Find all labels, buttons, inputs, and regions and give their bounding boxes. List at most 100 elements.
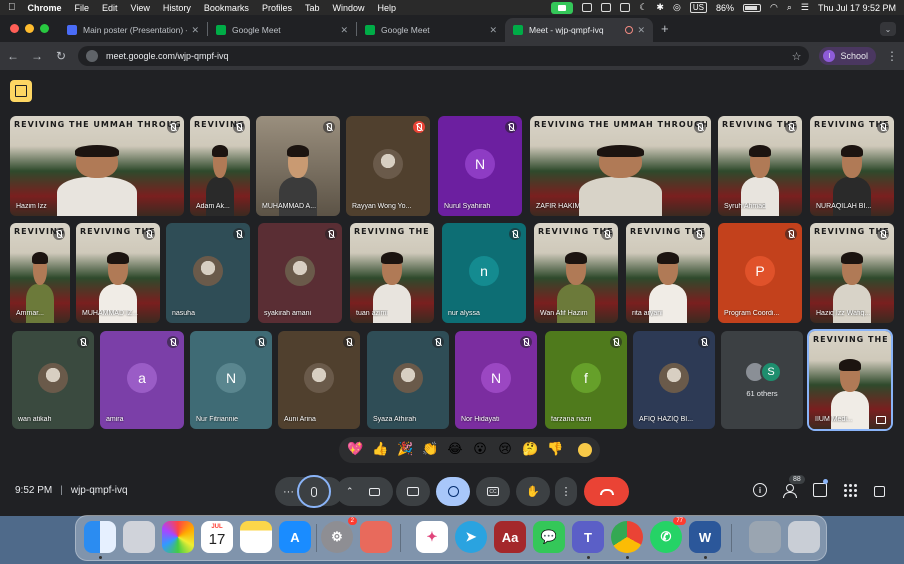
participant-tile[interactable]: Syaza Athirah <box>367 331 449 429</box>
self-view-expand-icon[interactable] <box>876 416 886 424</box>
participant-tile[interactable]: f farzana nazri <box>545 331 627 429</box>
reaction-party[interactable]: 🎉 <box>397 442 413 458</box>
messages-icon[interactable]: 💬 <box>533 521 565 553</box>
participant-tile[interactable]: REVIVING THE UMMAH THROUGH INTELLECTUAL … <box>530 116 711 216</box>
microphone-button[interactable] <box>297 475 331 508</box>
menu-history[interactable]: History <box>163 3 191 13</box>
menu-profiles[interactable]: Profiles <box>262 3 292 13</box>
tab-meet-1[interactable]: Google Meet ✕ <box>208 18 356 42</box>
teams-icon[interactable]: T <box>572 521 604 559</box>
participant-tile[interactable]: REVIVING THE UMMAH THROUGH INTELLECTUAL … <box>10 223 70 323</box>
dropbox-icon[interactable] <box>582 3 593 12</box>
participant-tile[interactable]: REVIVING THE UMMAH THROUGH INTELLECTUAL … <box>190 116 250 216</box>
audio-options-icon[interactable]: ··· <box>283 486 294 498</box>
word-icon[interactable]: W <box>689 521 721 559</box>
trash-icon[interactable] <box>788 521 820 553</box>
menu-app-name[interactable]: Chrome <box>28 3 62 13</box>
close-tab-icon[interactable]: ✕ <box>191 25 199 36</box>
reaction-thinking[interactable]: 🤔 <box>522 442 538 458</box>
menu-edit[interactable]: Edit <box>102 3 118 13</box>
focus-moon-icon[interactable]: ☾ <box>639 2 647 13</box>
participant-tile[interactable]: REVIVING THE UMMAH THROUGH INTELLECTUAL … <box>534 223 618 323</box>
photos-icon[interactable] <box>162 521 194 553</box>
reaction-laugh[interactable]: 😂 <box>447 442 463 458</box>
participant-tile[interactable]: S 61 others <box>721 331 803 429</box>
participant-tile[interactable]: n nur alyssa <box>442 223 526 323</box>
wifi-icon[interactable]: ◠ <box>770 2 778 13</box>
participant-tile[interactable]: REVIVING THE UMMAH THROUGH INTELLECTUAL … <box>807 329 893 431</box>
reaction-heart[interactable]: 💖 <box>347 442 363 458</box>
participant-tile[interactable]: N Nur Fitriannie <box>190 331 272 429</box>
more-options-button[interactable]: ⋮ <box>555 477 577 506</box>
search-icon[interactable]: ⌕ <box>787 2 792 13</box>
menu-window[interactable]: Window <box>332 3 364 13</box>
telegram-icon[interactable]: ➤ <box>455 521 487 553</box>
calendar-icon[interactable]: JUL 17 <box>201 521 233 553</box>
input-source[interactable]: US <box>689 2 707 13</box>
participant-tile[interactable]: P Program Coordi... <box>718 223 802 323</box>
participant-tile[interactable]: syakirah amani <box>258 223 342 323</box>
chrome-icon[interactable] <box>611 521 643 559</box>
dictionary-icon[interactable]: Aa <box>494 521 526 553</box>
close-window-icon[interactable] <box>10 24 19 33</box>
control-center-icon[interactable]: ☰ <box>801 2 809 13</box>
present-button[interactable] <box>396 477 430 506</box>
participant-tile[interactable]: Auni Arina <box>278 331 360 429</box>
bluetooth-icon[interactable]: ✱ <box>656 2 664 13</box>
reaction-sad[interactable]: 😢 <box>497 442 513 458</box>
skin-tone-picker[interactable] <box>578 443 592 457</box>
camera-options-chevron-up-icon[interactable]: ⌃ <box>346 486 354 497</box>
forward-arrow-icon[interactable]: → <box>30 49 44 63</box>
app-store-icon[interactable]: A <box>279 521 311 553</box>
meeting-info-icon[interactable]: i <box>753 483 767 497</box>
close-tab-icon[interactable]: ✕ <box>340 25 348 36</box>
profile-button[interactable]: I School <box>819 47 876 65</box>
zoom-window-icon[interactable] <box>40 24 49 33</box>
menu-bookmarks[interactable]: Bookmarks <box>204 3 249 13</box>
participant-tile[interactable]: REVIVING THE UMMAH THROUGH INTELLECTUAL … <box>76 223 160 323</box>
participant-tile[interactable]: AFIQ HAZIQ BI... <box>633 331 715 429</box>
airdrop-icon[interactable]: ◎ <box>673 2 681 13</box>
site-info-icon[interactable] <box>86 50 98 62</box>
participant-tile[interactable]: REVIVING THE UMMAH THROUGH INTELLECTUAL … <box>10 116 184 216</box>
menu-file[interactable]: File <box>75 3 90 13</box>
participant-tile[interactable]: N Nurul Syahirah <box>438 116 522 216</box>
menu-tab[interactable]: Tab <box>305 3 320 13</box>
reaction-surprised[interactable]: 😮 <box>472 442 488 458</box>
notes-icon[interactable] <box>240 521 272 553</box>
chat-icon[interactable] <box>813 483 827 497</box>
reaction-thumbs-up[interactable]: 👍 <box>372 442 388 458</box>
back-arrow-icon[interactable]: ← <box>6 49 20 63</box>
people-icon[interactable] <box>783 483 797 498</box>
reaction-thumbs-down[interactable]: 👎 <box>547 442 563 458</box>
participant-tile[interactable]: REVIVING THE UMMAH THROUGH INTELLECTUAL … <box>810 223 894 323</box>
tab-meet-2[interactable]: Google Meet ✕ <box>357 18 505 42</box>
address-bar[interactable]: meet.google.com/wjp-qmpf-ivq ☆ <box>78 46 810 66</box>
reaction-clap[interactable]: 👏 <box>422 442 438 458</box>
mirroring-icon[interactable] <box>620 3 631 12</box>
participant-tile[interactable]: REVIVING THE UMMAH THROUGH INTELLECTUAL … <box>626 223 710 323</box>
tab-meet-active[interactable]: Meet - wjp-qmpf-ivq ✕ <box>505 18 653 42</box>
downloads-stack-icon[interactable] <box>749 521 781 553</box>
screen-icon[interactable] <box>601 3 612 12</box>
leave-call-button[interactable] <box>584 477 629 506</box>
activities-grid-icon[interactable] <box>843 483 857 497</box>
meeting-notes-button[interactable] <box>10 80 32 102</box>
host-controls-lock-icon[interactable] <box>874 486 885 497</box>
captions-button[interactable]: CC <box>476 477 510 506</box>
tab-search-chevron-down-icon[interactable]: ⌄ <box>880 22 896 36</box>
tab-slides[interactable]: Main poster (Presentation) - ✕ <box>59 18 207 42</box>
participant-tile[interactable]: REVIVING THE UMMAH THROUGH INTELLECTUAL … <box>810 116 894 216</box>
participant-tile[interactable]: MUHAMMAD A... <box>256 116 340 216</box>
apple-icon[interactable]:  <box>8 2 16 13</box>
reload-icon[interactable]: ↻ <box>54 49 68 63</box>
raise-hand-button[interactable]: ✋ <box>516 477 550 506</box>
camera-in-use-icon[interactable] <box>551 1 574 14</box>
participant-tile[interactable]: REVIVING THE UMMAH THROUGH INTELLECTUAL … <box>718 116 802 216</box>
finder-icon[interactable] <box>84 521 116 559</box>
participant-tile[interactable]: REVIVING THE UMMAH THROUGH INTELLECTUAL … <box>350 223 434 323</box>
pinwheel-app-icon[interactable]: ✦ <box>416 521 448 553</box>
battery-icon[interactable] <box>742 3 761 12</box>
launchpad-icon[interactable] <box>123 521 155 553</box>
participant-tile[interactable]: a amira <box>100 331 184 429</box>
